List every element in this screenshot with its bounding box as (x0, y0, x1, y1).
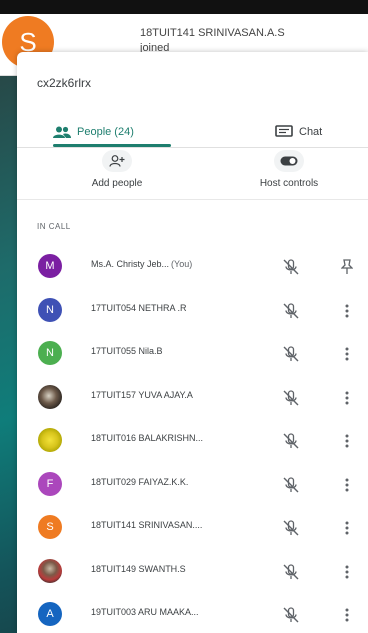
more-vert-icon (345, 478, 349, 491)
participant-avatar: N (38, 297, 62, 322)
participant-name: 17TUIT054 NETHRA .R (91, 303, 269, 313)
more-vert-icon (345, 304, 349, 317)
people-icon (53, 126, 71, 138)
more-options-button[interactable] (339, 344, 355, 364)
participant-avatar: N (38, 341, 62, 365)
mic-off-icon (281, 431, 301, 451)
participant-name-text: 18TUIT016 BALAKRISHN... (91, 433, 204, 443)
participant-row[interactable]: 18TUIT149 SWANTH.S (17, 550, 368, 594)
participant-avatar: A (38, 602, 62, 626)
mic-off-icon (281, 562, 301, 582)
more-options-button[interactable] (339, 388, 355, 408)
pin-button[interactable] (339, 257, 355, 277)
participant-name: Ms.A. Christy Jeb... (You) (91, 259, 269, 269)
participant-avatar (38, 428, 62, 452)
participant-row[interactable]: N 17TUIT055 Nila.B (17, 332, 368, 376)
more-vert-icon (345, 521, 349, 535)
tab-chat-label: Chat (299, 126, 323, 138)
participant-row[interactable]: 18TUIT016 BALAKRISHN... (17, 419, 368, 463)
add-people-button[interactable]: Add people (57, 148, 177, 196)
more-vert-icon (345, 434, 349, 448)
section-divider (17, 199, 368, 200)
pin-icon (341, 259, 353, 274)
mic-off-icon (281, 475, 301, 495)
you-label: (You) (171, 259, 193, 269)
tab-people-label: People (24) (77, 126, 134, 138)
more-options-button[interactable] (339, 431, 355, 451)
host-controls-button[interactable]: Host controls (229, 148, 349, 196)
participant-name: 17TUIT157 YUVA AJAY.A (91, 390, 269, 400)
participant-name: 18TUIT141 SRINIVASAN.... (91, 520, 269, 530)
participant-name-text: 18TUIT149 SWANTH.S (91, 563, 186, 574)
participant-avatar (38, 558, 62, 583)
people-panel: cx2zk6rlrx People (24) Chat Add people H… (17, 52, 368, 633)
tab-people[interactable]: People (24) (53, 118, 134, 146)
participant-avatar (38, 384, 62, 409)
participant-name-text: 17TUIT055 Nila.B (91, 346, 163, 356)
more-options-button[interactable] (339, 475, 355, 495)
mic-off-icon (281, 518, 301, 538)
participant-name: 18TUIT149 SWANTH.S (91, 564, 269, 574)
participant-row[interactable]: A 19TUIT003 ARU MAAKA... (17, 593, 368, 633)
participant-name-text: 18TUIT141 SRINIVASAN.... (91, 520, 203, 530)
tab-chat[interactable]: Chat (275, 118, 322, 146)
in-call-heading: IN CALL (37, 222, 71, 231)
top-bar (0, 0, 368, 14)
mic-off-icon (281, 301, 301, 321)
participant-row[interactable]: M Ms.A. Christy Jeb... (You) (17, 245, 368, 289)
more-vert-icon (345, 565, 349, 578)
participant-row[interactable]: 17TUIT157 YUVA AJAY.A (17, 376, 368, 420)
participant-name-text: Ms.A. Christy Jeb... (91, 259, 170, 269)
chat-icon (275, 125, 293, 137)
participant-row[interactable]: S 18TUIT141 SRINIVASAN.... (17, 506, 368, 550)
participant-name: 17TUIT055 Nila.B (91, 346, 269, 356)
mic-off-icon (281, 344, 301, 364)
participant-name: 18TUIT029 FAIYAZ.K.K. (91, 477, 269, 487)
participant-row[interactable]: F 18TUIT029 FAIYAZ.K.K. (17, 463, 368, 507)
host-controls-label: Host controls (259, 178, 319, 189)
toggle-icon (274, 150, 304, 172)
participant-name-text: 18TUIT029 FAIYAZ.K.K. (91, 476, 189, 487)
more-options-button[interactable] (339, 562, 355, 582)
participant-name: 19TUIT003 ARU MAAKA... (91, 607, 269, 617)
meeting-code: cx2zk6rlrx (37, 76, 92, 90)
participant-avatar: S (38, 515, 62, 539)
add-person-icon (102, 150, 132, 172)
participant-name-text: 19TUIT003 ARU MAAKA... (91, 607, 199, 617)
more-vert-icon (345, 391, 349, 404)
add-people-label: Add people (91, 178, 143, 189)
more-options-button[interactable] (339, 301, 355, 321)
participant-name-text: 17TUIT157 YUVA AJAY.A (91, 389, 193, 400)
notification-line1: 18TUIT141 SRINIVASAN.A.S (140, 27, 285, 39)
participant-name: 18TUIT016 BALAKRISHN... (91, 433, 269, 443)
more-options-button[interactable] (339, 605, 355, 625)
mic-off-icon (281, 257, 301, 277)
participant-avatar: F (38, 471, 62, 496)
more-vert-icon (345, 347, 349, 361)
participant-avatar: M (38, 254, 62, 278)
mic-off-icon (281, 388, 301, 408)
more-options-button[interactable] (339, 518, 355, 538)
participant-row[interactable]: N 17TUIT054 NETHRA .R (17, 289, 368, 333)
participant-name-text: 17TUIT054 NETHRA .R (91, 302, 187, 313)
participant-list: M Ms.A. Christy Jeb... (You) N 17TUIT054 NET… (17, 245, 368, 633)
mic-off-icon (281, 605, 301, 625)
more-vert-icon (345, 608, 349, 622)
